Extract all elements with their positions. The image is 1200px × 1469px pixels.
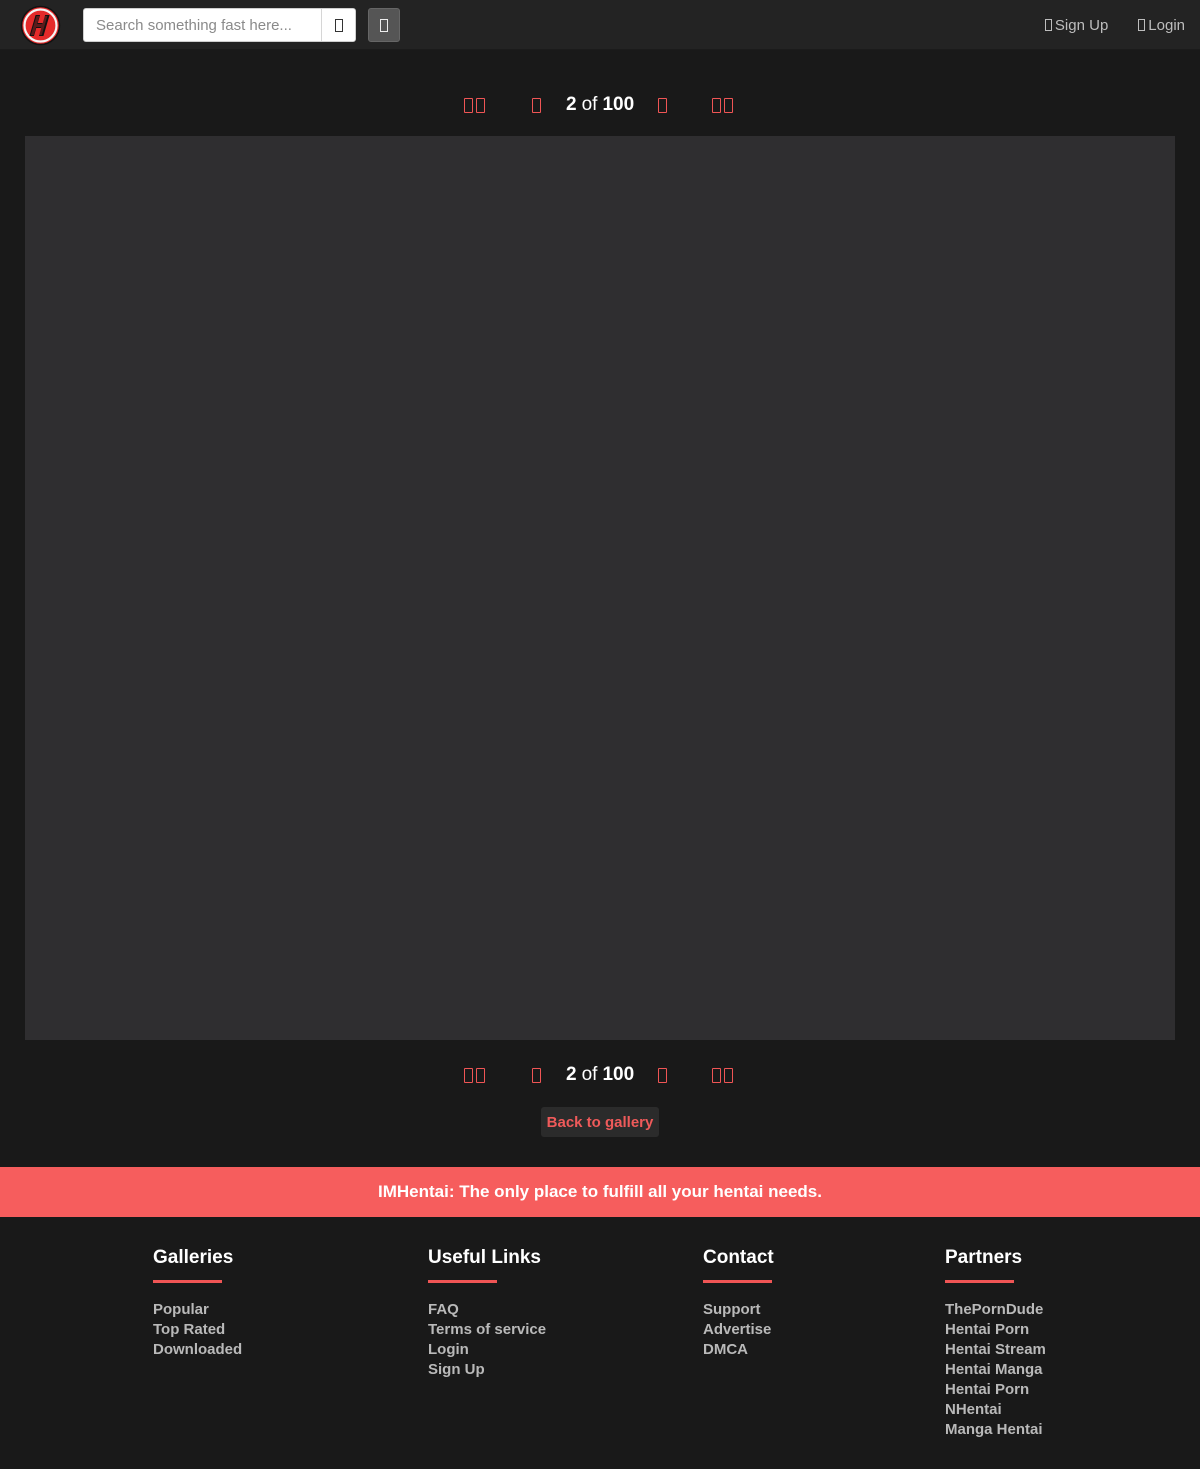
partner-link[interactable]: Hentai Porn: [945, 1321, 1029, 1338]
double-chevron-right-icon: [712, 1067, 721, 1083]
next-page-button[interactable]: [658, 1060, 667, 1090]
heading-underline: [428, 1280, 497, 1283]
double-chevron-right-icon: [724, 97, 733, 113]
first-page-button[interactable]: [464, 90, 485, 120]
of-label: of: [581, 1064, 598, 1085]
heading-underline: [945, 1280, 1014, 1283]
top-navbar: Sign Up Login: [0, 0, 1200, 50]
partner-link[interactable]: Hentai Stream: [945, 1341, 1046, 1358]
footer-link-top-rated[interactable]: Top Rated: [153, 1321, 225, 1338]
total-pages: 100: [602, 1064, 635, 1085]
total-pages: 100: [602, 94, 635, 115]
footer-link-dmca[interactable]: DMCA: [703, 1341, 748, 1358]
footer-galleries: Galleries Popular Top Rated Downloaded: [153, 1245, 242, 1360]
footer-heading: Partners: [945, 1247, 1023, 1268]
footer-link-downloaded[interactable]: Downloaded: [153, 1341, 242, 1358]
prev-page-button[interactable]: [532, 1060, 541, 1090]
search-button[interactable]: [321, 9, 355, 41]
filter-button[interactable]: [368, 8, 400, 42]
double-chevron-left-icon: [476, 1067, 485, 1083]
footer-link-list: FAQ Terms of service Login Sign Up: [428, 1300, 546, 1380]
chevron-right-icon: [658, 97, 667, 113]
footer-link-list: Support Advertise DMCA: [703, 1300, 774, 1360]
heading-underline: [153, 1280, 222, 1283]
partner-link[interactable]: Hentai Porn: [945, 1381, 1029, 1398]
partner-link[interactable]: ThePornDude: [945, 1301, 1043, 1318]
partner-link[interactable]: Hentai Manga: [945, 1361, 1043, 1378]
pager-bottom: 2 of 100: [0, 1060, 1200, 1090]
user-plus-icon: [1044, 19, 1052, 31]
search-box: [83, 8, 356, 42]
footer-link-popular[interactable]: Popular: [153, 1301, 209, 1318]
footer-link-terms[interactable]: Terms of service: [428, 1321, 546, 1338]
current-page: 2: [566, 1064, 577, 1085]
site-logo[interactable]: [20, 5, 61, 46]
search-icon: [334, 18, 343, 32]
chevron-right-icon: [658, 1067, 667, 1083]
footer-link-signup[interactable]: Sign Up: [428, 1361, 485, 1378]
account-nav: Sign Up Login: [1044, 0, 1185, 50]
login-link[interactable]: Login: [1138, 17, 1185, 34]
first-page-button[interactable]: [464, 1060, 485, 1090]
logo-icon: [20, 5, 61, 46]
footer-useful-links: Useful Links FAQ Terms of service Login …: [428, 1245, 546, 1380]
footer-link-login[interactable]: Login: [428, 1341, 469, 1358]
footer-heading: Galleries: [153, 1247, 234, 1268]
last-page-button[interactable]: [712, 1060, 733, 1090]
last-page-button[interactable]: [712, 90, 733, 120]
sign-in-icon: [1138, 19, 1146, 31]
partner-link[interactable]: Manga Hentai: [945, 1421, 1043, 1438]
next-page-button[interactable]: [658, 90, 667, 120]
double-chevron-left-icon: [464, 1067, 473, 1083]
login-label: Login: [1148, 16, 1185, 34]
chevron-left-icon: [532, 97, 541, 113]
double-chevron-right-icon: [712, 97, 721, 113]
current-page: 2: [566, 94, 577, 115]
footer-heading: Contact: [703, 1247, 774, 1268]
double-chevron-right-icon: [724, 1067, 733, 1083]
footer-heading: Useful Links: [428, 1247, 541, 1268]
filter-icon: [380, 18, 388, 32]
page-counter: 2 of 100: [566, 1060, 636, 1090]
footer-contact: Contact Support Advertise DMCA: [703, 1245, 774, 1360]
tagline-banner: IMHentai: The only place to fulfill all …: [0, 1167, 1200, 1217]
footer-link-faq[interactable]: FAQ: [428, 1301, 459, 1318]
chevron-left-icon: [532, 1067, 541, 1083]
double-chevron-left-icon: [476, 97, 485, 113]
partner-link[interactable]: NHentai: [945, 1401, 1002, 1418]
footer-partners: Partners ThePornDude Hentai Porn Hentai …: [945, 1245, 1046, 1440]
gallery-image[interactable]: [25, 136, 1175, 1040]
double-chevron-left-icon: [464, 97, 473, 113]
of-label: of: [581, 94, 598, 115]
back-to-gallery-button[interactable]: Back to gallery: [541, 1107, 659, 1137]
footer-link-advertise[interactable]: Advertise: [703, 1321, 771, 1338]
heading-underline: [703, 1280, 772, 1283]
footer-link-list: Popular Top Rated Downloaded: [153, 1300, 242, 1360]
page-counter: 2 of 100: [566, 90, 636, 120]
pager-top: 2 of 100: [0, 90, 1200, 120]
signup-label: Sign Up: [1054, 16, 1109, 34]
prev-page-button[interactable]: [532, 90, 541, 120]
footer-link-list: ThePornDude Hentai Porn Hentai Stream He…: [945, 1300, 1046, 1440]
tagline-text: IMHentai: The only place to fulfill all …: [378, 1182, 822, 1201]
footer-link-support[interactable]: Support: [703, 1301, 761, 1318]
signup-link[interactable]: Sign Up: [1044, 16, 1109, 34]
search-input[interactable]: [84, 9, 321, 41]
